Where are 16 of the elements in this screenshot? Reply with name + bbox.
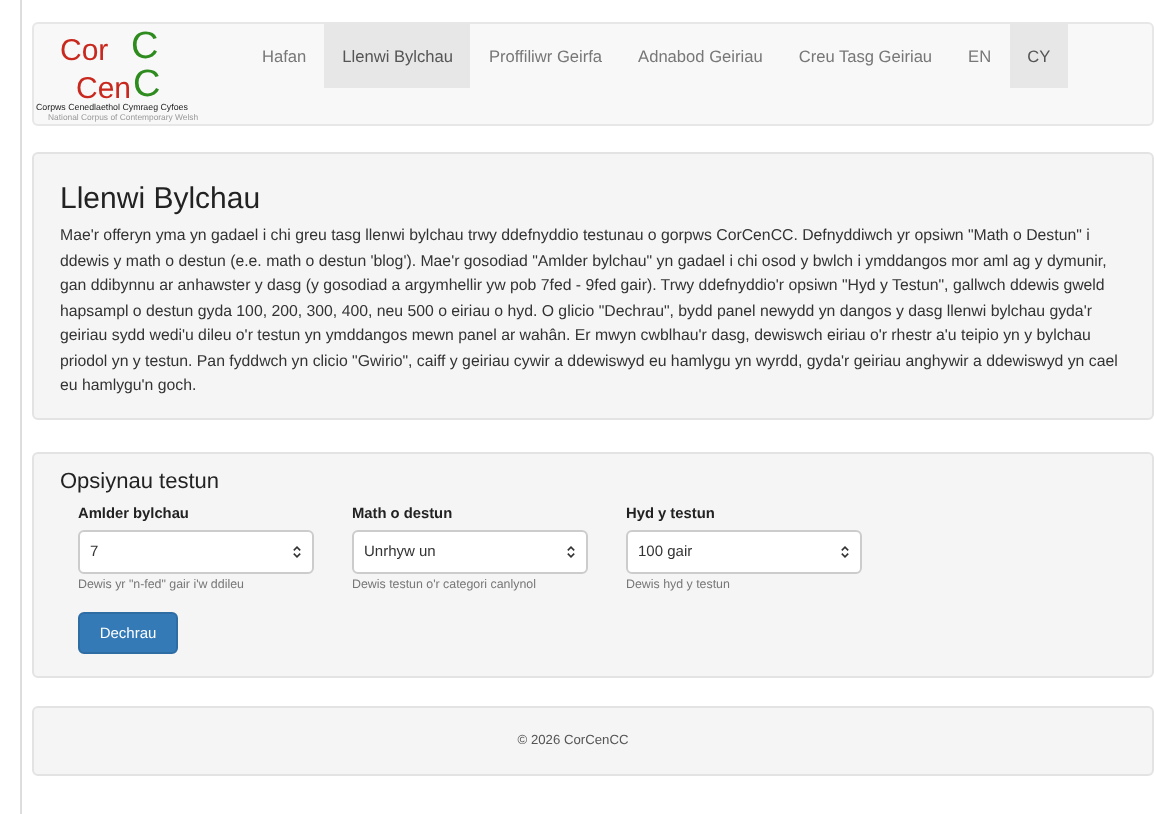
nav-link[interactable]: EN [950, 24, 1010, 88]
nav-link[interactable]: Llenwi Bylchau [324, 24, 471, 88]
logo-letters: Cen [76, 74, 132, 104]
nav-link[interactable]: Hafan [244, 24, 325, 88]
page-heading: Llenwi Bylchau [60, 182, 263, 216]
logo-letters: C [131, 28, 161, 66]
updown-caret-icon [840, 543, 850, 559]
logo-letters: Cor [60, 36, 111, 66]
nav-link[interactable]: Proffiliwr Geirfa [470, 24, 621, 88]
section-heading: Opsiynau testun [60, 469, 221, 493]
nav-link[interactable]: Adnabod Geiriau [620, 24, 781, 88]
nav-link[interactable]: CY [1009, 24, 1069, 88]
logo-letters: C [133, 66, 161, 104]
updown-caret-icon [566, 543, 576, 559]
nav-link[interactable]: Creu Tasg Geiriau [780, 24, 951, 88]
updown-caret-icon [292, 543, 302, 559]
